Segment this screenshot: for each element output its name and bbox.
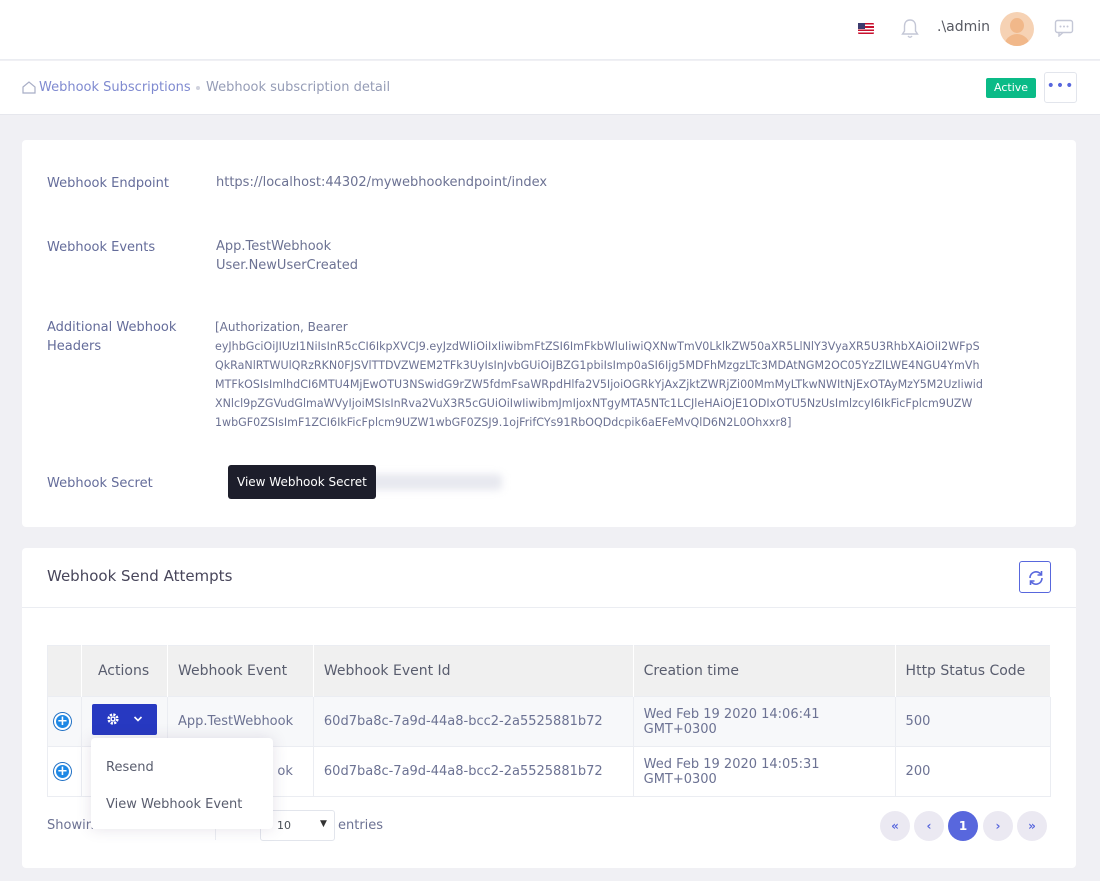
refresh-button[interactable] <box>1019 561 1051 593</box>
first-page-button[interactable]: « <box>880 811 910 841</box>
events-label: Webhook Events <box>47 240 156 255</box>
cell-creation-time: Wed Feb 19 2020 14:05:31 GMT+0300 <box>633 746 896 797</box>
resend-menu-item[interactable]: Resend <box>106 760 154 775</box>
column-header-creation-time[interactable]: Creation time <box>633 645 896 697</box>
page-size-value: 10 <box>277 819 291 832</box>
endpoint-label: Webhook Endpoint <box>47 176 170 191</box>
headers-line: 1wbGF0ZSIsImF1ZCI6IkFicFplcm9UZW1wbGF0ZS… <box>215 416 792 429</box>
chevron-down-icon <box>133 716 143 722</box>
expand-row-button[interactable]: + <box>54 713 71 730</box>
column-header-event-id[interactable]: Webhook Event Id <box>313 645 634 697</box>
cell-event-text: ok <box>277 764 293 779</box>
bell-icon[interactable] <box>900 18 920 40</box>
refresh-icon <box>1029 571 1043 585</box>
top-header <box>0 0 1100 60</box>
column-header-status-code[interactable]: Http Status Code <box>895 645 1052 697</box>
headers-line: QkRaNlRTWUlQRzRKN0FJSVlTTDVZWEM2TFk3UyIs… <box>215 359 980 372</box>
view-webhook-event-menu-item[interactable]: View Webhook Event <box>106 797 242 812</box>
username[interactable]: .\admin <box>937 19 990 35</box>
column-header-event[interactable]: Webhook Event <box>167 645 314 697</box>
avatar[interactable] <box>1000 12 1034 46</box>
more-actions-button[interactable]: ••• <box>1044 72 1077 103</box>
divider <box>22 607 1076 608</box>
event-item: User.NewUserCreated <box>216 258 359 273</box>
headers-label-line1: Additional Webhook <box>47 320 177 335</box>
prev-page-button[interactable]: ‹ <box>914 811 944 841</box>
breadcrumb-separator <box>196 86 200 90</box>
actions-dropdown-button[interactable] <box>91 704 157 735</box>
headers-line: [Authorization, Bearer <box>215 320 348 334</box>
breadcrumb-webhook-subscriptions[interactable]: Webhook Subscriptions <box>39 80 191 95</box>
table-header-row: Actions Webhook Event Webhook Event Id C… <box>47 645 1052 697</box>
status-badge: Active <box>986 78 1037 98</box>
headers-line: XNlcl9pZGVudGlmaWVyIjoiMSIsInRva2VuX3R5c… <box>215 397 973 410</box>
cell-event-id: 60d7ba8c-7a9d-44a8-bcc2-2a5525881b72 <box>313 746 634 797</box>
showing-entries-text: Showin <box>47 818 94 833</box>
page-1-button[interactable]: 1 <box>948 811 978 841</box>
cell-status-code: 500 <box>895 696 1052 747</box>
actions-dropdown-menu: Resend View Webhook Event <box>91 738 273 829</box>
expand-row-button[interactable]: + <box>54 763 71 780</box>
view-secret-tooltip: View Webhook Secret <box>228 465 376 499</box>
headers-line: MTFkOSIsImlhdCI6MTU4MjEwOTU3NSwidG9rZW5f… <box>215 378 983 391</box>
entries-label: entries <box>338 818 384 833</box>
headers-line: eyJhbGciOiJIUzI1NiIsInR5cCI6IkpXVCJ9.eyJ… <box>215 340 980 353</box>
column-header-actions: Actions <box>81 645 168 697</box>
send-attempts-title: Webhook Send Attempts <box>47 567 233 585</box>
home-icon[interactable] <box>22 81 36 94</box>
breadcrumb-current: Webhook subscription detail <box>206 80 391 95</box>
headers-value: [Authorization, Bearer eyJhbGciOiJIUzI1N… <box>215 318 1060 432</box>
cell-event-id: 60d7ba8c-7a9d-44a8-bcc2-2a5525881b72 <box>313 696 634 747</box>
secret-label: Webhook Secret <box>47 476 153 491</box>
headers-label-line2: Headers <box>47 339 102 354</box>
cell-creation-time: Wed Feb 19 2020 14:06:41 GMT+0300 <box>633 696 896 747</box>
event-item: App.TestWebhook <box>216 239 332 254</box>
caret-down-icon: ▼ <box>320 819 327 829</box>
cell-status-code: 200 <box>895 746 1052 797</box>
chat-icon[interactable] <box>1054 19 1074 37</box>
column-header <box>47 645 82 697</box>
last-page-button[interactable]: » <box>1017 811 1047 841</box>
us-flag-icon[interactable] <box>858 23 874 34</box>
endpoint-value: https://localhost:44302/mywebhookendpoin… <box>216 175 548 190</box>
gear-icon <box>107 713 119 725</box>
next-page-button[interactable]: › <box>983 811 1013 841</box>
